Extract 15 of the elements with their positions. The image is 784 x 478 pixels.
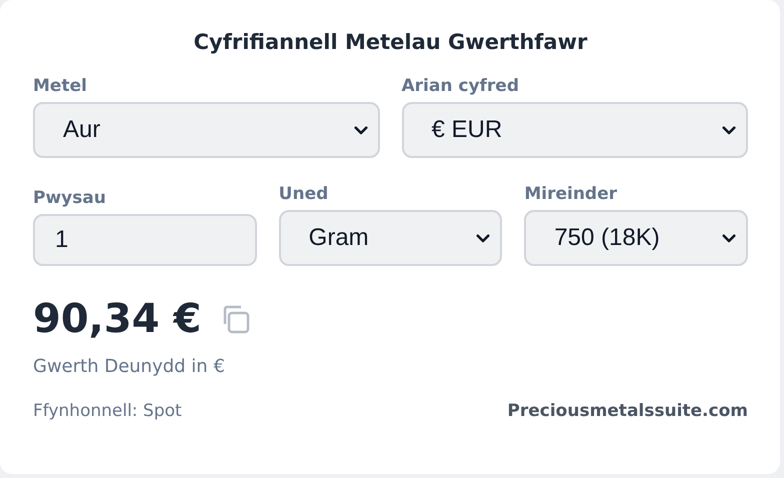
result-value: 90,34 € [33,296,202,342]
field-label: Pwysau [33,188,107,208]
dropdown-select[interactable]: 750 (18K) [524,210,748,266]
weight-input[interactable]: 1 [33,214,257,266]
field-label: Mireinder [524,184,618,204]
dropdown-select[interactable]: € EUR [402,102,748,158]
field-label: Uned [278,184,330,204]
source-text: Ffynhonnell: Spot [33,401,182,421]
field-label: Metel [33,76,88,96]
result-caption: Gwerth Deunydd in € [33,356,226,377]
dropdown-select[interactable]: Gram [278,210,502,266]
website-link[interactable]: Preciousmetalssuite.com [507,401,748,421]
field-label: Arian cyfred [402,76,520,96]
dropdown-select[interactable]: Aur [33,102,380,158]
calculator-title: Cyfrifiannell Metelau Gwerthfawr [192,30,588,54]
